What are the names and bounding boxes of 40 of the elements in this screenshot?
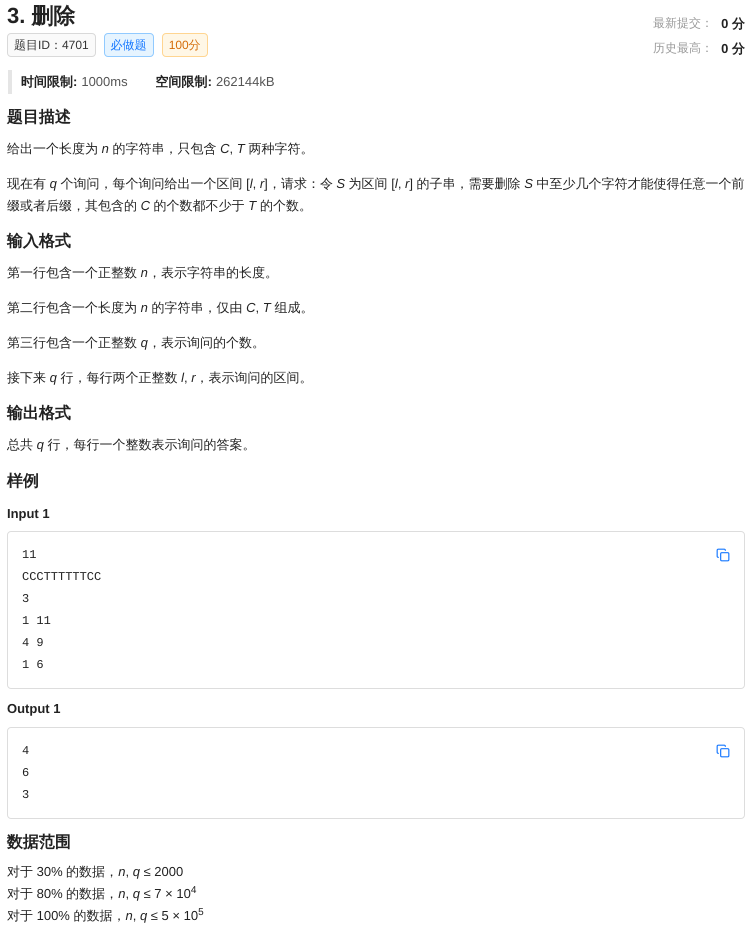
section-heading: 题目描述 <box>7 108 72 128</box>
section-heading: 输出格式 <box>7 404 72 424</box>
paragraph: 接下来 q 行，每行两个正整数 l, r，表示询问的区间。 <box>7 368 314 387</box>
problem-title: 3. 删除 <box>7 2 76 30</box>
sample-label: Output 1 <box>7 700 62 718</box>
code-line: 4 9 <box>22 635 45 652</box>
paragraph: 第一行包含一个正整数 n，表示字符串的长度。 <box>7 264 279 282</box>
paragraph: 给出一个长度为 n 的字符串，只包含 C, T 两种字符。 <box>7 140 314 158</box>
code-line: CCCTTTTTTCC <box>22 569 102 586</box>
score-value: 0 分 <box>721 40 745 58</box>
code-line: 1 11 <box>22 613 52 630</box>
code-line: 1 6 <box>22 657 45 674</box>
paragraph: 第二行包含一个长度为 n 的字符串，仅由 C, T 组成。 <box>7 298 314 316</box>
tag: 100分 <box>162 33 208 57</box>
score-label: 最新提交： <box>653 15 714 32</box>
limit-label: 空间限制: <box>156 73 212 91</box>
copy-icon[interactable] <box>716 744 730 758</box>
range-line: 对于 100% 的数据，n, q ≤ 5 × 10$^{5}$ <box>7 906 205 925</box>
range-line: 对于 80% 的数据，n, q ≤ 7 × 10$^{4}$ <box>7 884 198 903</box>
paragraph: 第三行包含一个正整数 q，表示询问的个数。 <box>7 334 266 352</box>
tag: 题目ID：4701 <box>7 33 96 57</box>
code-line: 3 <box>22 786 30 804</box>
code-line: 11 <box>22 547 38 564</box>
sample-label: Input 1 <box>7 504 51 523</box>
copy-icon[interactable] <box>716 548 730 562</box>
paragraph: 现在有 q 个询问，每个询问给出一个区间 [l, r]，请求：令 S 为区间 [l, r] 的子串，需要删除 S 中至少几个字符才能使得任意一个前缀或者后缀，其包含的 C 的个数都不少于 T 的个数。 <box>7 174 745 214</box>
section-heading: 输入格式 <box>7 231 72 252</box>
limit-value: 1000ms <box>81 73 128 91</box>
code-line: 3 <box>22 591 30 608</box>
code-line: 6 <box>22 764 30 782</box>
limit-value: 262144kB <box>216 73 274 91</box>
paragraph: 总共 q 行，每行一个整数表示询问的答案。 <box>7 436 256 454</box>
range-line: 对于 30% 的数据，n, q ≤ 2000 <box>7 862 184 881</box>
section-heading: 样例 <box>7 472 40 492</box>
limit-label: 时间限制: <box>21 73 78 91</box>
code-line: 4 <box>22 742 30 760</box>
section-heading: 数据范围 <box>7 832 72 852</box>
score-value: 0 分 <box>721 15 745 33</box>
score-label: 历史最高： <box>653 40 714 56</box>
tag: 必做题 <box>104 33 154 57</box>
